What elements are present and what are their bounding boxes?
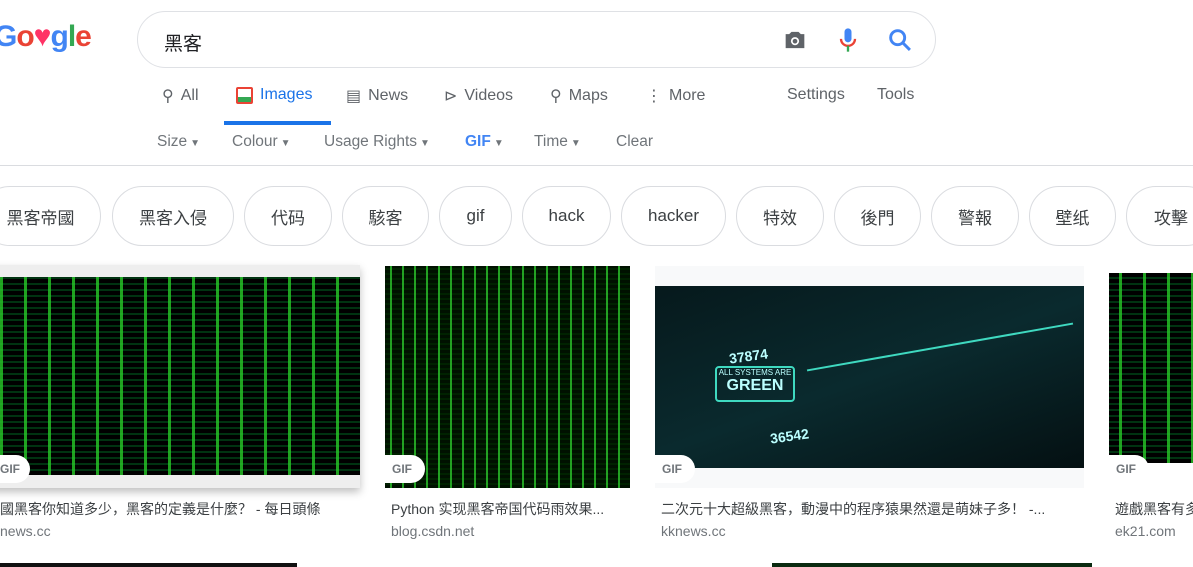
line [806, 322, 1074, 372]
chip[interactable]: 代码 [244, 186, 332, 246]
result-thumbnail[interactable] [0, 277, 360, 475]
result-card[interactable]: ALL SYSTEMS ARE GREEN 37874 36542 GIF [655, 266, 1084, 488]
chip[interactable]: 駭客 [342, 186, 429, 246]
result-title[interactable]: Python 实现黑客帝国代码雨效果... [391, 499, 626, 519]
news-icon: ▤ [346, 88, 362, 105]
camera-icon[interactable] [781, 26, 809, 54]
filter-clear[interactable]: Clear [616, 133, 653, 151]
microphone-icon[interactable] [834, 26, 862, 54]
tab-all[interactable]: ⚲ All [162, 86, 199, 106]
tools-link[interactable]: Tools [877, 86, 914, 104]
result-source[interactable]: kknews.cc [661, 523, 726, 539]
gif-badge: GIF [1109, 455, 1149, 483]
filter-type-gif[interactable]: GIF ▼ [465, 133, 504, 151]
tab-images[interactable]: Images [236, 86, 312, 104]
active-tab-indicator [224, 121, 331, 125]
tab-videos[interactable]: ⊳ Videos [444, 86, 513, 106]
caret-down-icon: ▼ [493, 138, 504, 149]
result-source[interactable]: blog.csdn.net [391, 523, 474, 539]
caret-down-icon: ▼ [420, 138, 430, 149]
chip[interactable]: 特效 [736, 186, 824, 246]
chip[interactable]: 壁纸 [1029, 186, 1116, 246]
tab-maps[interactable]: ⚲ Maps [550, 86, 608, 106]
result-title[interactable]: 二次元十大超級黑客，動漫中的程序猿果然還是萌妹子多！ -... [661, 499, 1081, 519]
search-box[interactable]: 黑客 [137, 11, 936, 68]
chip[interactable]: 攻擊 [1126, 186, 1193, 246]
result-title[interactable]: 國黑客你知道多少，黑客的定義是什麼？ - 每日頭條 [0, 499, 360, 519]
result-title[interactable]: 遊戲黑客有多 [1115, 499, 1193, 519]
settings-link[interactable]: Settings [787, 86, 845, 104]
next-row-thumbnail[interactable] [0, 563, 297, 567]
search-icon: ⚲ [162, 88, 174, 105]
next-row-thumbnail[interactable] [772, 563, 1092, 567]
result-source[interactable]: news.cc [0, 523, 51, 539]
map-pin-icon: ⚲ [550, 88, 562, 105]
result-thumbnail[interactable]: ALL SYSTEMS ARE GREEN 37874 36542 [655, 286, 1084, 468]
result-thumbnail[interactable] [385, 266, 630, 488]
gif-badge: GIF [385, 455, 425, 483]
result-card[interactable]: GIF [0, 265, 360, 488]
caret-down-icon: ▼ [190, 138, 201, 149]
tab-more[interactable]: ⋮ More [646, 86, 705, 106]
chip[interactable]: hack [522, 186, 611, 246]
chip[interactable]: 警報 [931, 186, 1019, 246]
result-thumbnail[interactable] [1109, 273, 1193, 463]
filter-time[interactable]: Time ▼ [534, 133, 581, 151]
image-icon [236, 86, 253, 104]
search-icon[interactable] [886, 26, 914, 54]
chip[interactable]: 黑客入侵 [112, 186, 234, 246]
caret-down-icon: ▼ [570, 138, 581, 149]
filter-usage-rights[interactable]: Usage Rights ▼ [324, 133, 430, 151]
filter-size[interactable]: Size ▼ [157, 133, 200, 151]
caret-down-icon: ▼ [280, 138, 291, 149]
overlay-panel: ALL SYSTEMS ARE GREEN [715, 366, 795, 402]
chip[interactable]: 黑客帝國 [0, 186, 101, 246]
search-input[interactable]: 黑客 [164, 29, 202, 56]
chip[interactable]: gif [439, 186, 512, 246]
divider [0, 165, 1193, 166]
google-logo[interactable]: Go♥gle [0, 20, 92, 54]
more-vert-icon: ⋮ [646, 88, 662, 105]
chip[interactable]: 後門 [834, 186, 921, 246]
play-icon: ⊳ [444, 88, 458, 105]
gif-badge: GIF [0, 455, 30, 483]
tab-news[interactable]: ▤ News [346, 86, 408, 106]
gif-badge: GIF [655, 455, 695, 483]
result-source[interactable]: ek21.com [1115, 523, 1176, 539]
filter-colour[interactable]: Colour ▼ [232, 133, 291, 151]
chip[interactable]: hacker [621, 186, 726, 246]
